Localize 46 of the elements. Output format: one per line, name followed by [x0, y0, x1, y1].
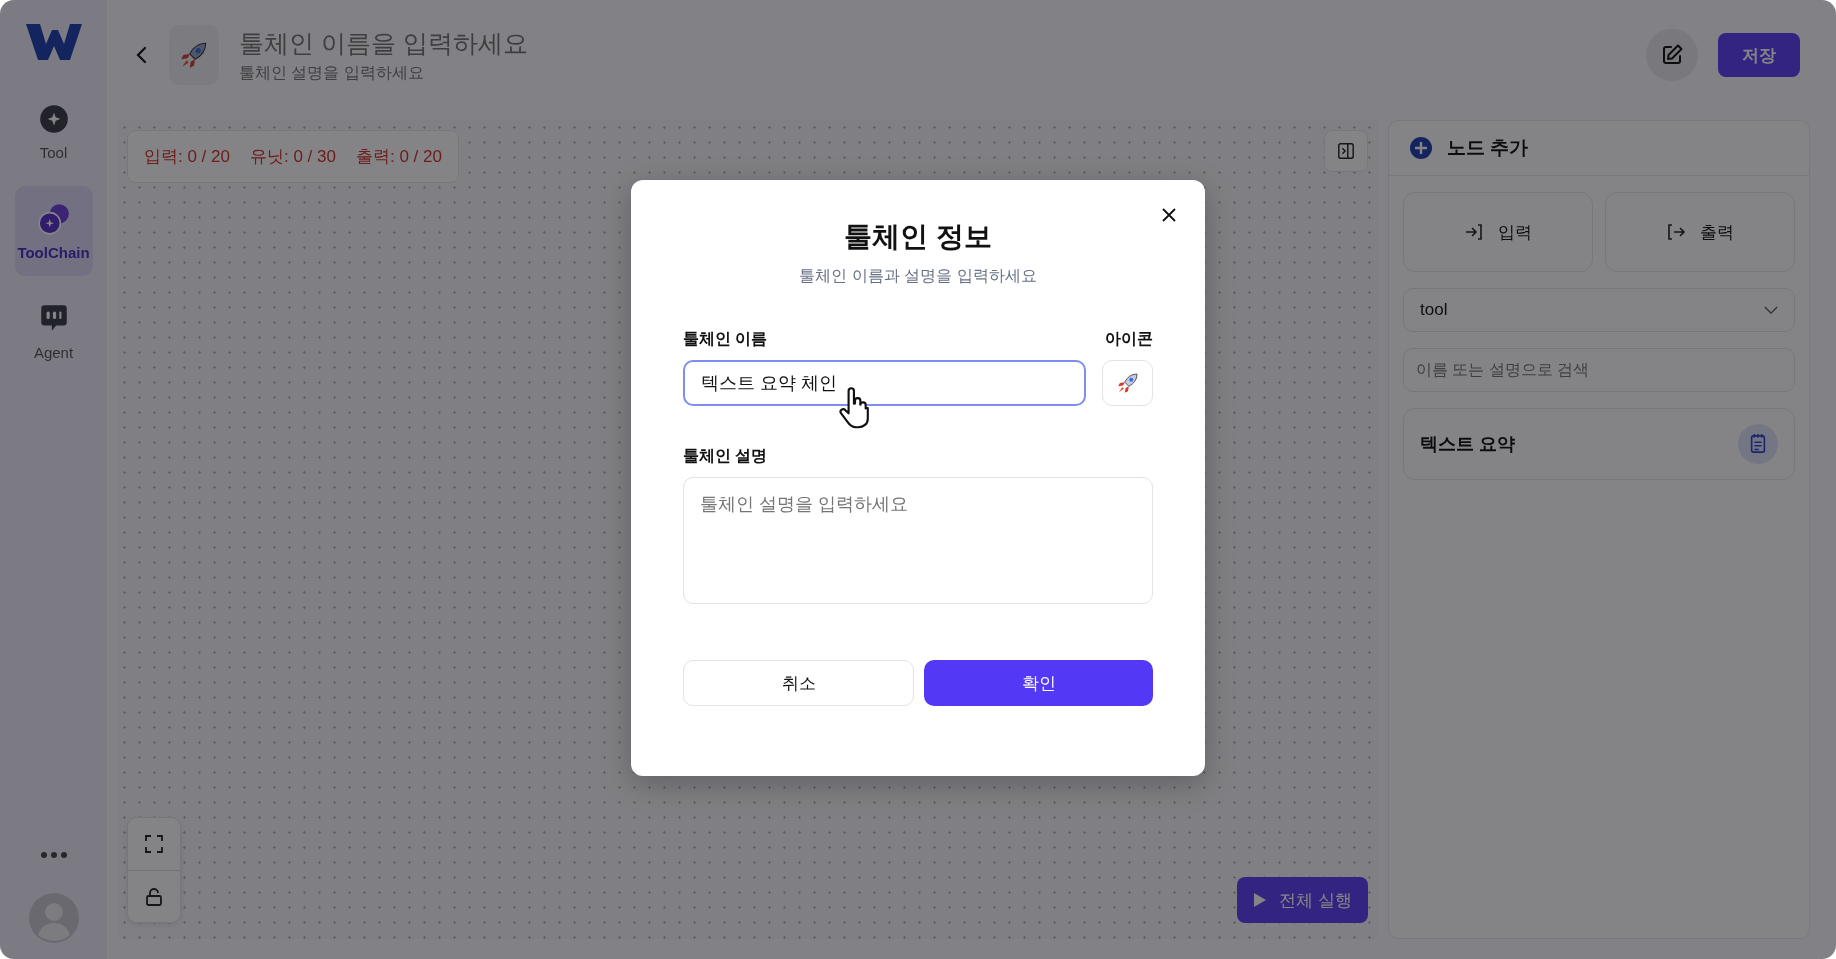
field-label: 툴체인 이름 [683, 329, 768, 349]
name-field[interactable]: 텍스트 요약 체인 [683, 360, 1086, 406]
sidebar-item[interactable]: Agent [14, 286, 93, 376]
node-type-button[interactable]: 입력 [1403, 192, 1593, 272]
category-select[interactable]: tool [1403, 288, 1795, 332]
node-type-button[interactable]: 출력 [1605, 192, 1795, 272]
panel-title: 노드 추가 [1447, 136, 1529, 160]
icon-tile[interactable] [169, 25, 219, 85]
close-icon[interactable] [1161, 207, 1177, 223]
sign-out-icon [1666, 222, 1686, 242]
unlock-icon [144, 886, 164, 907]
play-icon [1253, 892, 1268, 908]
search-field[interactable]: 이름 또는 설명으로 검색 [1403, 348, 1795, 392]
sign-in-icon [1464, 222, 1484, 242]
field-label: 툴체인 설명 [683, 446, 769, 466]
linked-circles-icon [36, 201, 71, 236]
counter-text: 유닛: 0 / 30 [250, 146, 336, 168]
counter-text: 입력: 0 / 20 [144, 146, 230, 168]
edit-button[interactable] [1646, 29, 1698, 81]
sidebar-item[interactable]: Tool [14, 86, 93, 176]
cancel-button[interactable]: 취소 [683, 660, 914, 706]
clipboard-icon [1738, 424, 1778, 464]
panel-toggle-button[interactable] [1324, 130, 1368, 172]
confirm-button[interactable]: 확인 [924, 660, 1153, 706]
icon-picker-button[interactable] [1102, 360, 1153, 406]
more-icon[interactable] [39, 851, 68, 859]
node-label: 텍스트 요약 [1420, 433, 1515, 456]
logo-icon [25, 22, 82, 62]
field-label: 아이콘 [1105, 329, 1153, 349]
sidebar-item[interactable]: ToolChain [14, 186, 93, 276]
description-field[interactable]: 툴체인 설명을 입력하세요 [683, 477, 1153, 604]
back-icon[interactable] [135, 45, 149, 65]
counter-text: 출력: 0 / 20 [355, 146, 442, 168]
dialog-title: 툴체인 정보 [843, 220, 993, 254]
sidebar-toggle-icon [1337, 142, 1355, 160]
node-item[interactable]: 텍스트 요약 [1403, 408, 1795, 480]
chevron-down-icon [1764, 305, 1778, 315]
plus-badge-icon [1409, 136, 1433, 160]
fullscreen-icon [144, 834, 164, 854]
description-field[interactable]: 툴체인 설명을 입력하세요 [239, 63, 659, 82]
run-all-button[interactable]: 전체 실행 [1237, 877, 1368, 923]
title-field[interactable]: 툴체인 이름을 입력하세요 [239, 28, 659, 58]
hand-cursor-icon [839, 386, 871, 430]
save-button[interactable]: 저장 [1718, 33, 1800, 77]
edit-icon [1660, 43, 1684, 67]
dialog-subtitle: 툴체인 이름과 설명을 입력하세요 [798, 266, 1038, 286]
